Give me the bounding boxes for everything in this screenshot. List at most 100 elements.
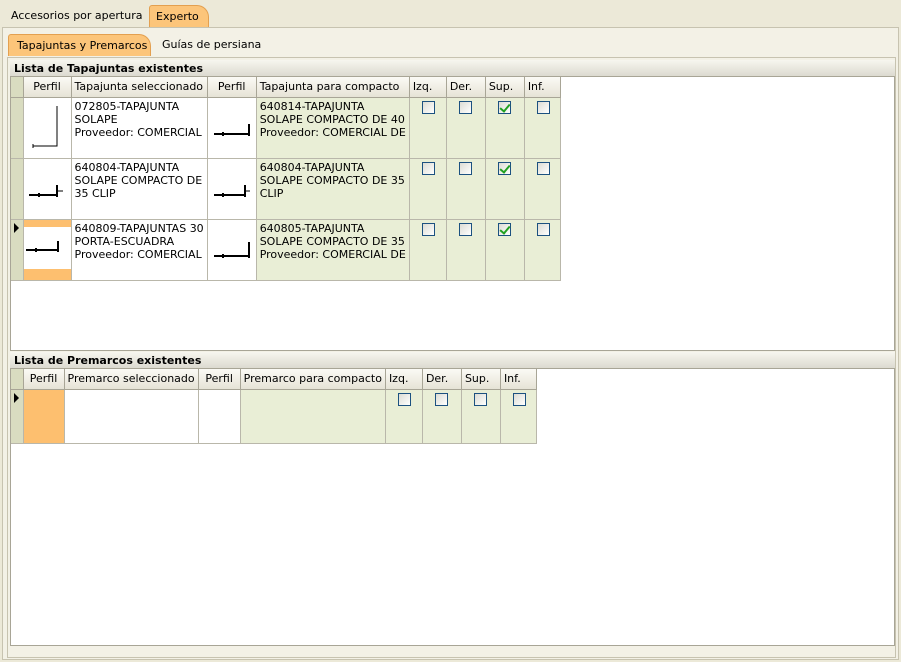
sup-checkbox[interactable] xyxy=(497,100,511,114)
tapajuntas-grid-area: Perfil Tapajunta seleccionado Perfil Tap… xyxy=(10,77,895,351)
row-header-corner xyxy=(11,369,24,390)
inf-checkbox[interactable] xyxy=(536,222,550,236)
inf-cell xyxy=(524,219,561,281)
profile-drawing xyxy=(25,240,59,252)
selected-tapajunta-cell[interactable]: 640809-TAPAJUNTAS 30 PORTA-ESCUADRA Prov… xyxy=(71,219,208,281)
profile-drawing xyxy=(28,184,63,197)
column-header-inf[interactable]: Inf. xyxy=(524,77,561,98)
selected-premarco-cell[interactable] xyxy=(64,389,199,444)
column-header-tapajunta-compacto[interactable]: Tapajunta para compacto xyxy=(256,77,410,98)
top-tab-bar: Accesorios por apertura Experto xyxy=(0,0,901,28)
profile-image-frame xyxy=(23,226,70,269)
column-header-izq[interactable]: Izq. xyxy=(409,77,447,98)
inf-cell xyxy=(524,158,561,220)
der-cell xyxy=(446,219,486,281)
selected-tapajunta-line: SOLAPE COMPACTO DE xyxy=(74,173,203,187)
compact-tapajunta-line: SOLAPE COMPACTO DE 35 xyxy=(259,173,405,187)
profile-image xyxy=(23,219,72,281)
premarcos-group-title: Lista de Premarcos existentes xyxy=(10,352,895,369)
tapajuntas-group-title: Lista de Tapajuntas existentes xyxy=(10,60,895,77)
izq-checkbox[interactable] xyxy=(397,392,411,406)
der-cell xyxy=(446,158,486,220)
profile-drawing xyxy=(213,184,250,197)
compact-tapajunta-line: 640805-TAPAJUNTA xyxy=(259,221,365,235)
der-checkbox[interactable] xyxy=(458,100,472,114)
der-checkbox[interactable] xyxy=(458,222,472,236)
izq-checkbox[interactable] xyxy=(421,222,435,236)
column-header-perfil[interactable]: Perfil xyxy=(23,77,72,98)
sup-checkbox[interactable] xyxy=(497,222,511,236)
row-selector[interactable] xyxy=(11,158,24,220)
selected-tapajunta-line: SOLAPE xyxy=(74,112,118,126)
izq-checkbox[interactable] xyxy=(421,161,435,175)
column-header-premarco-compacto[interactable]: Premarco para compacto xyxy=(240,369,386,390)
der-cell xyxy=(422,389,462,444)
der-checkbox[interactable] xyxy=(434,392,448,406)
inf-checkbox[interactable] xyxy=(536,100,550,114)
compact-tapajunta-cell[interactable]: 640805-TAPAJUNTA SOLAPE COMPACTO DE 35 P… xyxy=(256,219,410,281)
profile-image xyxy=(23,158,72,220)
column-header-tapajunta-seleccionado[interactable]: Tapajunta seleccionado xyxy=(71,77,208,98)
column-header-inf[interactable]: Inf. xyxy=(500,369,537,390)
column-header-perfil-compacto[interactable]: Perfil xyxy=(198,369,241,390)
tab-guias-de-persiana[interactable]: Guías de persiana xyxy=(162,34,261,56)
tab-accesorios-por-apertura[interactable]: Accesorios por apertura xyxy=(2,5,151,27)
selected-tapajunta-line: Proveedor: COMERCIAL xyxy=(74,247,202,261)
selected-tapajunta-cell[interactable]: 072805-TAPAJUNTA SOLAPE Proveedor: COMER… xyxy=(71,97,208,159)
compact-tapajunta-cell[interactable]: 640804-TAPAJUNTA SOLAPE COMPACTO DE 35 C… xyxy=(256,158,410,220)
compact-premarco-cell[interactable] xyxy=(240,389,386,444)
compact-tapajunta-line: 640814-TAPAJUNTA xyxy=(259,99,365,113)
table-row[interactable] xyxy=(11,389,537,444)
sup-checkbox[interactable] xyxy=(497,161,511,175)
table-row[interactable]: 640809-TAPAJUNTAS 30 PORTA-ESCUADRA Prov… xyxy=(11,219,561,281)
sup-checkbox[interactable] xyxy=(473,392,487,406)
column-header-sup[interactable]: Sup. xyxy=(485,77,525,98)
column-header-perfil-compacto[interactable]: Perfil xyxy=(207,77,257,98)
table-row[interactable]: 640804-TAPAJUNTA SOLAPE COMPACTO DE 35 C… xyxy=(11,158,561,220)
table-row[interactable]: 072805-TAPAJUNTA SOLAPE Proveedor: COMER… xyxy=(11,97,561,159)
izq-checkbox[interactable] xyxy=(421,100,435,114)
inf-checkbox[interactable] xyxy=(512,392,526,406)
selected-tapajunta-line: 35 CLIP xyxy=(74,186,116,200)
compact-profile-image xyxy=(198,389,241,444)
compact-tapajunta-cell[interactable]: 640814-TAPAJUNTA SOLAPE COMPACTO DE 40 P… xyxy=(256,97,410,159)
compact-tapajunta-line: SOLAPE COMPACTO DE 40 xyxy=(259,112,405,126)
compact-tapajunta-line: Proveedor: COMERCIAL DE xyxy=(259,247,406,261)
inf-cell xyxy=(500,389,537,444)
compact-profile-image xyxy=(207,219,257,281)
column-header-der[interactable]: Der. xyxy=(446,77,486,98)
sup-cell xyxy=(485,158,525,220)
column-header-premarco-seleccionado[interactable]: Premarco seleccionado xyxy=(64,369,199,390)
der-cell xyxy=(446,97,486,159)
row-selector[interactable] xyxy=(11,389,24,444)
premarcos-group: Lista de Premarcos existentes Perfil Pre… xyxy=(10,352,895,646)
column-header-izq[interactable]: Izq. xyxy=(385,369,423,390)
izq-cell xyxy=(409,97,447,159)
sup-cell xyxy=(485,219,525,281)
tapajuntas-header-row: Perfil Tapajunta seleccionado Perfil Tap… xyxy=(11,77,561,98)
tapajuntas-table: Perfil Tapajunta seleccionado Perfil Tap… xyxy=(11,77,561,281)
sup-cell xyxy=(485,97,525,159)
compact-tapajunta-line: CLIP xyxy=(259,186,284,200)
tab-experto[interactable]: Experto xyxy=(149,5,209,27)
column-header-sup[interactable]: Sup. xyxy=(461,369,501,390)
row-selector[interactable] xyxy=(11,97,24,159)
profile-drawing xyxy=(213,241,250,258)
experto-panel: Tapajuntas y Premarcos Guías de persiana… xyxy=(2,27,899,660)
column-header-perfil[interactable]: Perfil xyxy=(23,369,65,390)
column-header-der[interactable]: Der. xyxy=(422,369,462,390)
premarcos-grid-area: Perfil Premarco seleccionado Perfil Prem… xyxy=(10,369,895,646)
der-checkbox[interactable] xyxy=(458,161,472,175)
row-selector[interactable] xyxy=(11,219,24,281)
izq-cell xyxy=(385,389,423,444)
tapajuntas-group: Lista de Tapajuntas existentes Perfil Ta… xyxy=(10,60,895,351)
row-header-corner xyxy=(11,77,24,98)
selected-tapajunta-cell[interactable]: 640804-TAPAJUNTA SOLAPE COMPACTO DE 35 C… xyxy=(71,158,208,220)
compact-tapajunta-line: Proveedor: COMERCIAL DE xyxy=(259,125,406,139)
current-row-arrow-icon xyxy=(14,392,19,403)
tab-tapajuntas-y-premarcos[interactable]: Tapajuntas y Premarcos xyxy=(8,34,151,56)
compact-tapajunta-line: SOLAPE COMPACTO DE 35 xyxy=(259,234,405,248)
selected-tapajunta-line: Proveedor: COMERCIAL xyxy=(74,125,202,139)
inf-checkbox[interactable] xyxy=(536,161,550,175)
current-row-arrow-icon xyxy=(14,222,19,233)
